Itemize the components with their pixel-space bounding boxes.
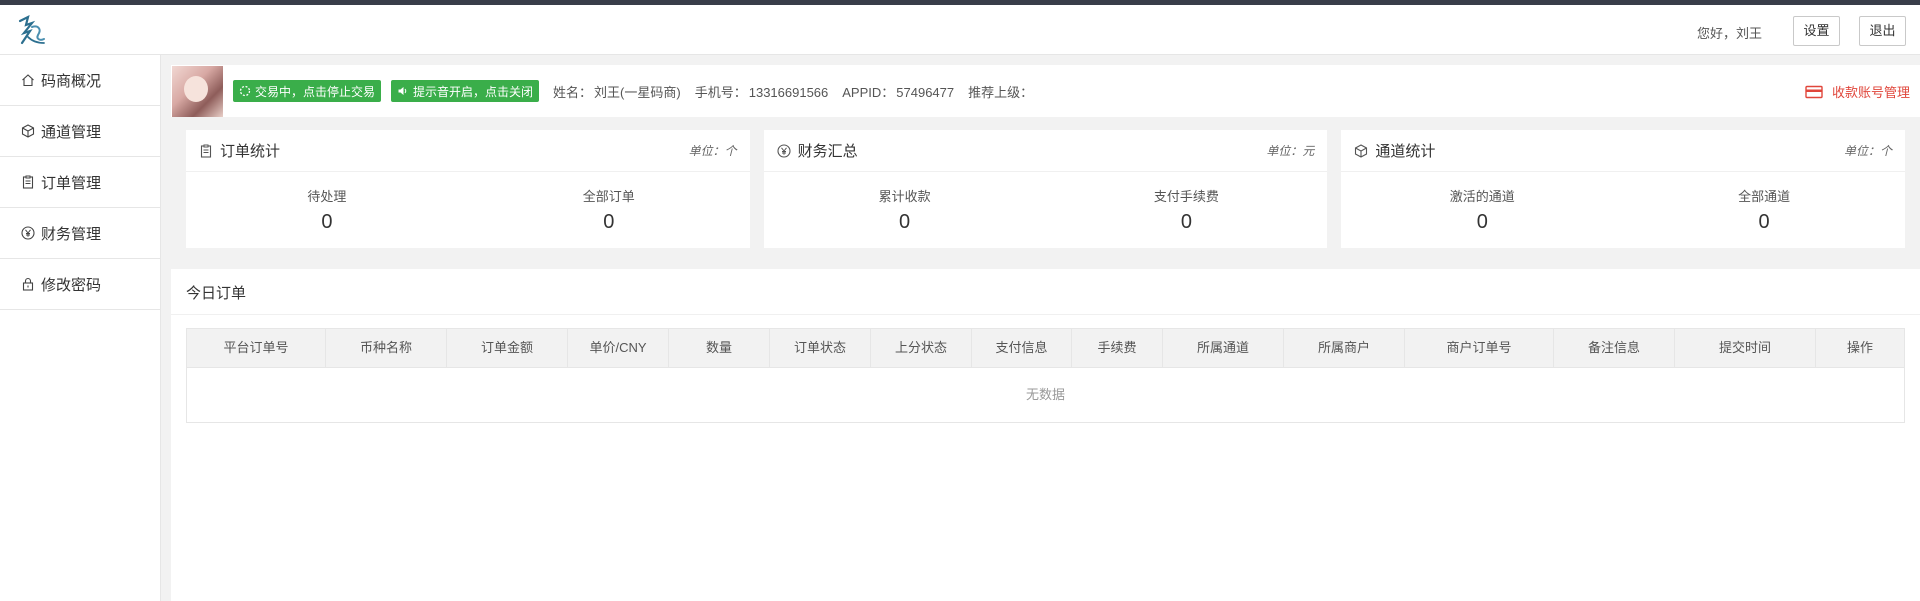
greeting-text: 您好，刘王 (1696, 26, 1762, 41)
card-title: 财务汇总 (777, 140, 858, 161)
card-title-text: 财务汇总 (797, 143, 858, 160)
card-title-text: 通道统计 (1375, 143, 1436, 160)
stat-total-received: 累计收款 0 (764, 172, 1046, 248)
card-unit: 单位：个 (688, 144, 737, 158)
lock-icon (20, 277, 35, 292)
stat-label: 全部通道 (1738, 189, 1791, 204)
column-header[interactable]: 支付信息 (972, 329, 1072, 367)
sound-toggle-label: 提示音开启，点击关闭 (413, 84, 534, 99)
sidebar-item-label: 修改密码 (41, 276, 102, 294)
settings-button[interactable]: 设置 (1793, 16, 1840, 46)
clipboard-icon (200, 144, 212, 158)
card-unit: 单位：元 (1266, 144, 1315, 158)
appid-value: 57496477 (896, 84, 955, 100)
clipboard-icon (20, 175, 35, 190)
sidebar-item-password[interactable]: 修改密码 (0, 259, 160, 310)
stop-trading-button[interactable]: 交易中，点击停止交易 (233, 80, 382, 102)
card-title: 订单统计 (199, 140, 280, 161)
stat-label: 激活的通道 (1449, 189, 1515, 204)
referrer-label: 推荐上级： (968, 84, 1034, 100)
column-header[interactable]: 备注信息 (1554, 329, 1675, 367)
stat-cards: 订单统计 单位：个 待处理 0 全部订单 0 财务汇总 单位：元 累计收款 0 … (186, 130, 1906, 248)
sidebar-item-finance[interactable]: 财务管理 (0, 208, 160, 259)
card-title-text: 订单统计 (220, 143, 281, 160)
column-header[interactable]: 所属通道 (1163, 329, 1284, 367)
sidebar-item-label: 订单管理 (41, 174, 102, 192)
appid-field: APPID： 57496477 (842, 82, 954, 101)
divider (171, 314, 1920, 315)
sidebar: 码商概况 通道管理 订单管理 财务管理 修改密码 (0, 55, 161, 601)
avatar (172, 65, 223, 117)
name-field: 姓名： 刘王(一星码商) (553, 82, 681, 101)
sidebar-item-label: 财务管理 (41, 225, 102, 243)
column-header[interactable]: 上分状态 (871, 329, 972, 367)
card-title: 通道统计 (1354, 140, 1435, 161)
sidebar-item-label: 通道管理 (41, 123, 102, 141)
today-orders-panel: 今日订单 平台订单号 币种名称 订单金额 单价/CNY 数量 订单状态 上分状态… (171, 269, 1920, 601)
stat-all-channels: 全部通道 0 (1623, 172, 1905, 248)
phone-value: 13316691566 (748, 84, 829, 100)
stop-trading-label: 交易中，点击停止交易 (255, 84, 376, 99)
main-content: 交易中，点击停止交易 提示音开启，点击关闭 姓名： 刘王(一星码商) 手机号： 13… (161, 55, 1920, 601)
stat-label: 全部订单 (582, 189, 635, 204)
column-header[interactable]: 订单金额 (447, 329, 568, 367)
stat-value: 0 (899, 211, 911, 233)
stat-label: 累计收款 (878, 189, 931, 204)
yen-icon (20, 226, 35, 241)
stat-value: 0 (603, 211, 615, 233)
stat-label: 待处理 (307, 189, 347, 204)
column-header[interactable]: 数量 (669, 329, 770, 367)
home-icon (20, 73, 35, 88)
phone-label: 手机号： (694, 84, 747, 100)
stat-value: 0 (1476, 211, 1488, 233)
speaker-icon (398, 87, 407, 95)
loading-icon (239, 85, 251, 97)
appid-label: APPID： (842, 84, 895, 100)
sidebar-item-label: 码商概况 (41, 72, 102, 90)
name-label: 姓名： (553, 84, 593, 100)
stat-value: 0 (321, 211, 333, 233)
stat-all-orders: 全部订单 0 (468, 172, 750, 248)
column-header[interactable]: 平台订单号 (187, 329, 326, 367)
stat-pending: 待处理 0 (186, 172, 468, 248)
cube-icon (1355, 143, 1368, 158)
yen-icon (777, 143, 791, 158)
column-header[interactable]: 所属商户 (1284, 329, 1405, 367)
column-header[interactable]: 币种名称 (326, 329, 447, 367)
sidebar-item-orders[interactable]: 订单管理 (0, 157, 160, 208)
stat-active-channels: 激活的通道 0 (1341, 172, 1623, 248)
column-header[interactable]: 商户订单号 (1405, 329, 1554, 367)
cube-icon (20, 124, 35, 139)
stat-value: 0 (1758, 211, 1770, 233)
phone-field: 手机号： 13316691566 (695, 82, 829, 101)
logout-button[interactable]: 退出 (1859, 16, 1906, 46)
sound-toggle-button[interactable]: 提示音开启，点击关闭 (391, 80, 540, 102)
table-header: 平台订单号 币种名称 订单金额 单价/CNY 数量 订单状态 上分状态 支付信息… (187, 329, 1904, 367)
name-value: 刘王(一星码商) (594, 84, 681, 100)
referrer-field: 推荐上级： (968, 82, 1033, 101)
sidebar-item-overview[interactable]: 码商概况 (0, 55, 160, 106)
stat-label: 支付手续费 (1153, 189, 1219, 204)
orders-table: 平台订单号 币种名称 订单金额 单价/CNY 数量 订单状态 上分状态 支付信息… (186, 328, 1905, 423)
header: 您好，刘王 设置 退出 (0, 5, 1920, 55)
column-header[interactable]: 操作 (1816, 329, 1904, 367)
finance-summary-card: 财务汇总 单位：元 累计收款 0 支付手续费 0 (763, 130, 1328, 248)
column-header[interactable]: 单价/CNY (568, 329, 669, 367)
sidebar-item-channels[interactable]: 通道管理 (0, 106, 160, 157)
column-header[interactable]: 提交时间 (1675, 329, 1816, 367)
account-link-label: 收款账号管理 (1831, 85, 1910, 100)
order-stats-card: 订单统计 单位：个 待处理 0 全部订单 0 (186, 130, 750, 248)
card-unit: 单位：个 (1844, 144, 1893, 158)
column-header[interactable]: 订单状态 (770, 329, 871, 367)
stat-fees: 支付手续费 0 (1046, 172, 1328, 248)
stat-value: 0 (1180, 211, 1192, 233)
logo (14, 13, 48, 47)
column-header[interactable]: 手续费 (1072, 329, 1163, 367)
account-management-link[interactable]: 收款账号管理 (1805, 82, 1910, 101)
merchant-info-bar: 交易中，点击停止交易 提示音开启，点击关闭 姓名： 刘王(一星码商) 手机号： 13… (171, 65, 1920, 117)
card-icon (1805, 85, 1823, 98)
channel-stats-card: 通道统计 单位：个 激活的通道 0 全部通道 0 (1341, 130, 1906, 248)
panel-title: 今日订单 (186, 285, 247, 302)
empty-state: 无数据 (187, 367, 1904, 422)
